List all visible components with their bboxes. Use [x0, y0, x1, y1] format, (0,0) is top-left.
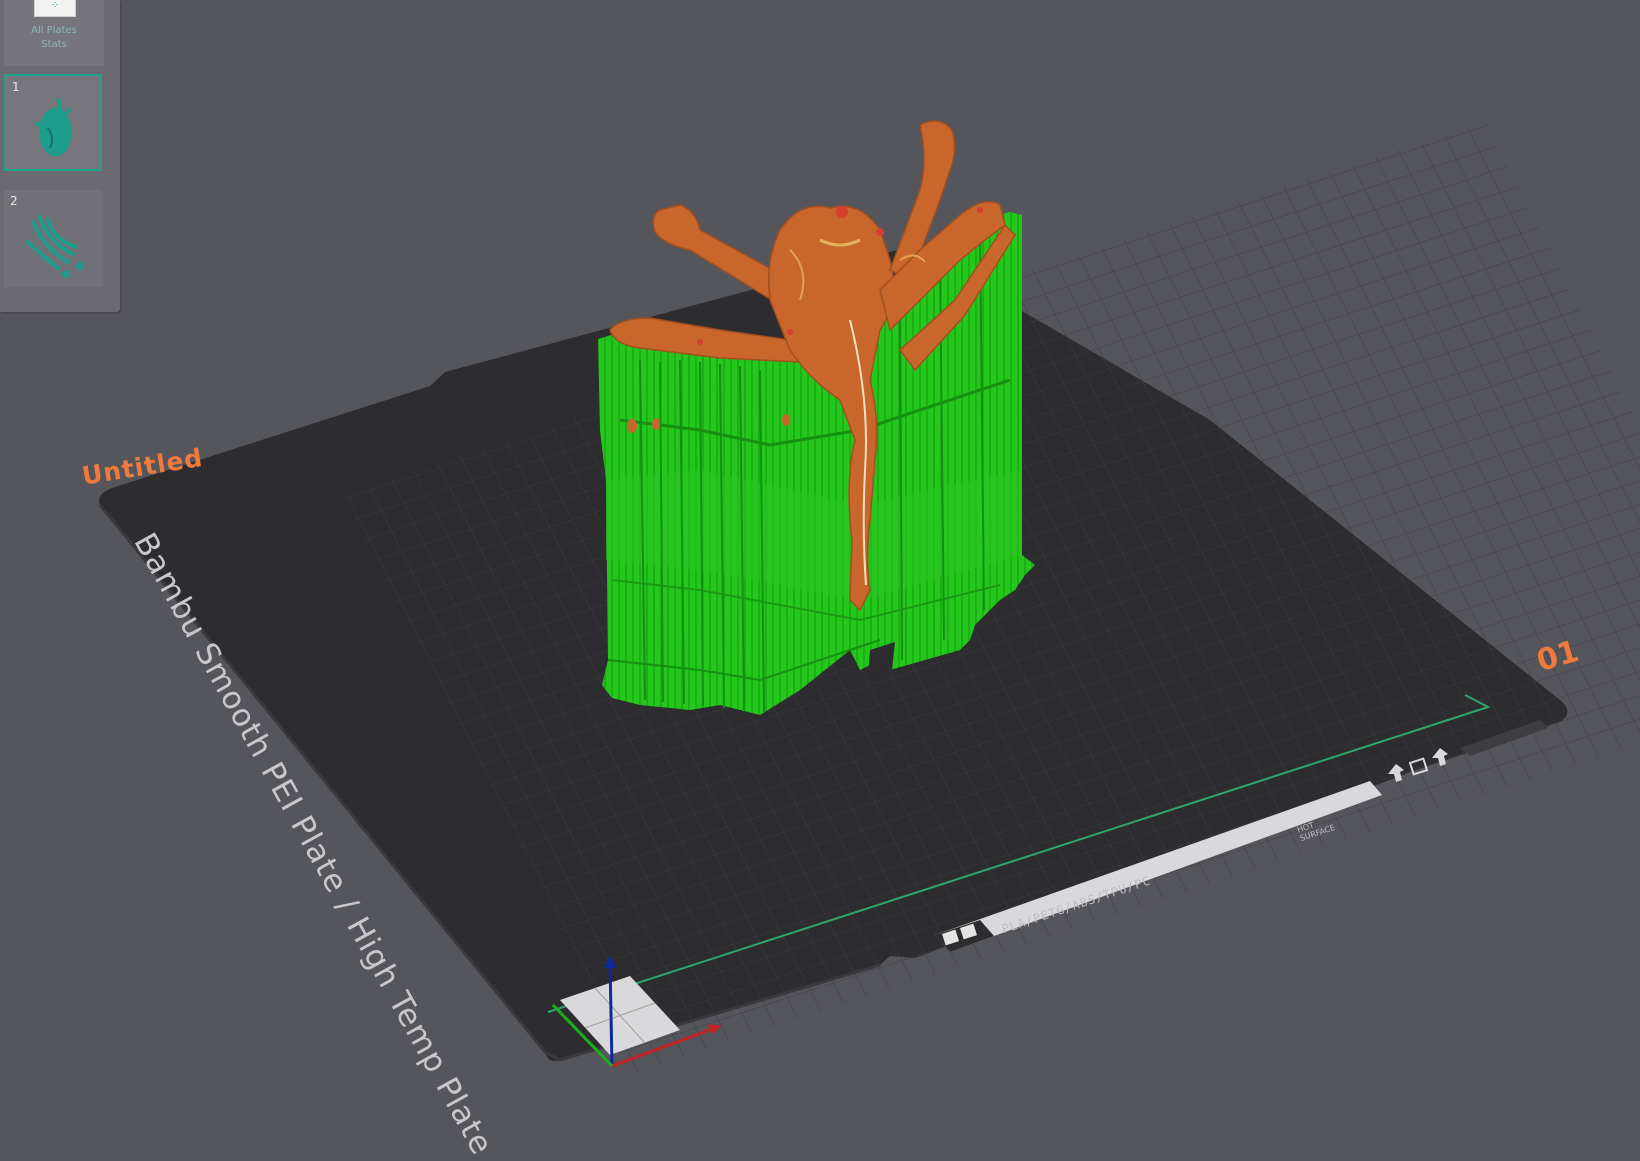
all-plates-stats-label: All Plates Stats: [31, 25, 77, 50]
loading-dots-icon: ⁘: [50, 0, 60, 11]
plate-thumbnail-1[interactable]: 1: [4, 74, 102, 171]
3d-viewport[interactable]: [0, 0, 1640, 1142]
plate-2-model-thumbnail-icon: [26, 215, 84, 278]
plate-number-label: 2: [10, 194, 18, 208]
plate-number-label: 1: [12, 80, 20, 94]
z-axis: [608, 961, 614, 1067]
plate-list-panel: ⁘ All Plates Stats 1 2: [0, 0, 120, 312]
plate-thumbnail-2[interactable]: 2: [4, 190, 102, 287]
all-plates-stats-button[interactable]: ⁘ All Plates Stats: [4, 0, 104, 66]
plate-1-model-thumbnail-icon: [34, 97, 72, 157]
